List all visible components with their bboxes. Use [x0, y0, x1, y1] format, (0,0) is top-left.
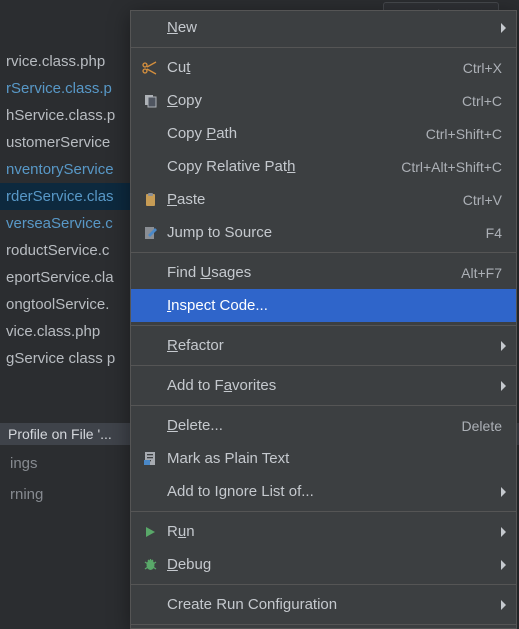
- menu-label: Copy: [167, 92, 202, 109]
- menu-label: Add to Ignore List of...: [167, 483, 314, 500]
- file-item[interactable]: rvice.class.php: [0, 48, 130, 75]
- submenu-arrow-icon: [501, 23, 506, 33]
- menu-label: Jump to Source: [167, 224, 272, 241]
- file-item[interactable]: rService.class.p: [0, 75, 130, 102]
- menu-label: New: [167, 19, 197, 36]
- file-item[interactable]: nventoryService: [0, 156, 130, 183]
- menu-label: Debug: [167, 556, 211, 573]
- paste-icon: [141, 192, 159, 207]
- edit-source-icon: [141, 225, 159, 240]
- run-icon: [141, 525, 159, 539]
- menu-label: Inspect Code...: [167, 297, 268, 314]
- file-tree: rvice.class.php rService.class.p hServic…: [0, 48, 130, 372]
- bottom-item[interactable]: rning: [0, 479, 53, 510]
- shortcut: Ctrl+C: [462, 93, 502, 109]
- debug-icon: [141, 557, 159, 572]
- menu-label: Run: [167, 523, 195, 540]
- menu-mark-plain-text[interactable]: Mark as Plain Text: [131, 442, 516, 475]
- menu-add-to-favorites[interactable]: Add to Favorites: [131, 369, 516, 402]
- menu-inspect-code[interactable]: Inspect Code...: [131, 289, 516, 322]
- plain-text-icon: [141, 451, 159, 466]
- menu-label: Copy Path: [167, 125, 237, 142]
- submenu-arrow-icon: [501, 341, 506, 351]
- menu-debug[interactable]: Debug: [131, 548, 516, 581]
- menu-cut[interactable]: Cut Ctrl+X: [131, 51, 516, 84]
- bottom-panel: ings rning: [0, 448, 53, 510]
- bottom-item[interactable]: ings: [0, 448, 53, 479]
- shortcut: Delete: [462, 418, 502, 434]
- shortcut: F4: [486, 225, 502, 241]
- menu-separator: [131, 365, 516, 366]
- file-item[interactable]: eportService.cla: [0, 264, 130, 291]
- file-item[interactable]: vice.class.php: [0, 318, 130, 345]
- menu-copy-path[interactable]: Copy Path Ctrl+Shift+C: [131, 117, 516, 150]
- menu-find-usages[interactable]: Find Usages Alt+F7: [131, 256, 516, 289]
- menu-separator: [131, 405, 516, 406]
- submenu-arrow-icon: [501, 527, 506, 537]
- menu-copy[interactable]: Copy Ctrl+C: [131, 84, 516, 117]
- menu-copy-relative-path[interactable]: Copy Relative Path Ctrl+Alt+Shift+C: [131, 150, 516, 183]
- menu-label: Create Run Configuration: [167, 596, 337, 613]
- scissors-icon: [141, 60, 159, 76]
- menu-label: Delete...: [167, 417, 223, 434]
- menu-create-run-config[interactable]: Create Run Configuration: [131, 588, 516, 621]
- submenu-arrow-icon: [501, 560, 506, 570]
- menu-label: Find Usages: [167, 264, 251, 281]
- menu-separator: [131, 325, 516, 326]
- submenu-arrow-icon: [501, 600, 506, 610]
- shortcut: Ctrl+Shift+C: [426, 126, 502, 142]
- menu-add-to-ignore[interactable]: Add to Ignore List of...: [131, 475, 516, 508]
- menu-label: Mark as Plain Text: [167, 450, 289, 467]
- shortcut: Alt+F7: [461, 265, 502, 281]
- menu-separator: [131, 584, 516, 585]
- menu-label: Add to Favorites: [167, 377, 276, 394]
- menu-run[interactable]: Run: [131, 515, 516, 548]
- menu-delete[interactable]: Delete... Delete: [131, 409, 516, 442]
- file-item[interactable]: ustomerService: [0, 129, 130, 156]
- menu-separator: [131, 47, 516, 48]
- shortcut: Ctrl+X: [463, 60, 502, 76]
- menu-separator: [131, 252, 516, 253]
- menu-label: Paste: [167, 191, 205, 208]
- file-item[interactable]: hService.class.p: [0, 102, 130, 129]
- copy-icon: [141, 93, 159, 108]
- menu-label: Refactor: [167, 337, 224, 354]
- file-item-selected[interactable]: rderService.clas: [0, 183, 130, 210]
- submenu-arrow-icon: [501, 381, 506, 391]
- menu-separator: [131, 511, 516, 512]
- file-item[interactable]: ongtoolService.: [0, 291, 130, 318]
- shortcut: Ctrl+V: [463, 192, 502, 208]
- menu-refactor[interactable]: Refactor: [131, 329, 516, 362]
- context-menu: New Cut Ctrl+X Copy Ctrl+C Copy Path Ctr…: [130, 10, 517, 629]
- menu-jump-to-source[interactable]: Jump to Source F4: [131, 216, 516, 249]
- shortcut: Ctrl+Alt+Shift+C: [401, 159, 502, 175]
- file-item[interactable]: roductService.c: [0, 237, 130, 264]
- submenu-arrow-icon: [501, 487, 506, 497]
- menu-separator: [131, 624, 516, 625]
- menu-label: Copy Relative Path: [167, 158, 295, 175]
- menu-new[interactable]: New: [131, 11, 516, 44]
- file-item[interactable]: gService class p: [0, 345, 130, 372]
- menu-label: Cut: [167, 59, 190, 76]
- menu-paste[interactable]: Paste Ctrl+V: [131, 183, 516, 216]
- file-item[interactable]: verseaService.c: [0, 210, 130, 237]
